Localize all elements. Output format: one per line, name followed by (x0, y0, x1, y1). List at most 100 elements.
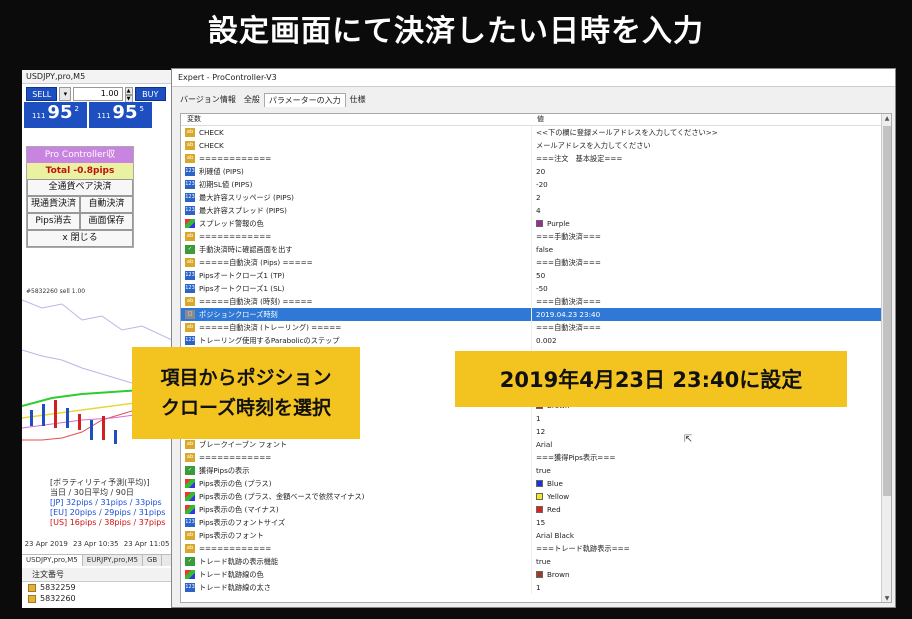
parameter-row-selected[interactable]: □ ポジションクローズ時刻 2019.04.23 23:40 (181, 308, 891, 321)
auto-close-button[interactable]: 自動決済 (80, 196, 133, 213)
tab-general[interactable]: 全般 (240, 93, 264, 107)
param-value[interactable]: true (536, 555, 551, 568)
param-value[interactable]: 15 (536, 516, 545, 529)
parameter-row[interactable]: ab =====自動決済 (Pips) ===== ===自動決済=== (181, 256, 891, 269)
lot-input[interactable]: 1.00 (73, 87, 123, 101)
order-row[interactable]: 5832259 (22, 582, 172, 593)
parameter-row[interactable]: 123 最大許容スプレッド (PIPS) 4 (181, 204, 891, 217)
param-value[interactable]: 12 (536, 425, 545, 438)
param-type-dt-icon: □ (185, 310, 195, 319)
parameter-row[interactable]: 123 トレーリング使用するParabolicのステップ 0.002 (181, 334, 891, 347)
param-value[interactable]: ===獲得Pips表示=== (536, 451, 615, 464)
param-value[interactable]: 4 (536, 204, 541, 217)
parameter-row[interactable]: 123 Pipsオートクローズ1 (TP) 50 (181, 269, 891, 282)
order-row[interactable]: 5832260 (22, 593, 172, 604)
parameter-row[interactable]: ab ============ ===注文 基本設定=== (181, 152, 891, 165)
tab-inputs[interactable]: パラメーターの入力 (263, 93, 346, 107)
parameter-row[interactable]: Pips表示の色 (プラス、金額ベースで依然マイナス) Yellow (181, 490, 891, 503)
param-value[interactable]: ===自動決済=== (536, 295, 601, 308)
scroll-thumb[interactable] (883, 126, 891, 496)
close-panel-button[interactable]: x 閉じる (27, 230, 133, 247)
param-value[interactable]: ===手動決済=== (536, 230, 601, 243)
parameter-row[interactable]: ab Pips表示のフォント Arial Black (181, 529, 891, 542)
parameter-row[interactable]: ✓ 獲得Pipsの表示 true (181, 464, 891, 477)
param-value[interactable]: メールアドレスを入力してください (536, 139, 651, 152)
parameter-row[interactable]: ab ============ ===獲得Pips表示=== (181, 451, 891, 464)
chart-tab[interactable]: GB (143, 555, 163, 566)
parameter-row[interactable]: ab =====自動決済 (トレーリング) ===== ===自動決済=== (181, 321, 891, 334)
param-value[interactable]: 50 (536, 269, 545, 282)
param-type-ab-icon: ab (185, 232, 195, 241)
bid-price[interactable]: 111 95 2 (24, 102, 87, 128)
time-label: 23 Apr 10:35 (73, 540, 119, 548)
param-value[interactable]: 2019.04.23 23:40 (536, 308, 600, 321)
lot-dropdown-icon[interactable]: ▾ (59, 87, 72, 101)
spin-up-icon[interactable]: ▲ (124, 87, 133, 95)
param-type-clr-icon (185, 219, 195, 228)
param-value[interactable]: ===注文 基本設定=== (536, 152, 622, 165)
parameter-row[interactable]: 123 初期SL値 (PIPS) -20 (181, 178, 891, 191)
parameter-row[interactable]: ✓ トレード軌跡の表示機能 true (181, 555, 891, 568)
param-value[interactable]: 0.002 (536, 334, 557, 347)
param-value[interactable]: 20 (536, 165, 545, 178)
parameter-row[interactable]: スプレッド警報の色 Purple (181, 217, 891, 230)
close-current-pair-button[interactable]: 現通貨決済 (27, 196, 80, 213)
chart-tab[interactable]: USDJPY,pro,M5 (22, 555, 83, 566)
parameter-row[interactable]: 123 Pipsオートクローズ1 (SL) -50 (181, 282, 891, 295)
parameter-row[interactable]: Pips表示の色 (マイナス) Red (181, 503, 891, 516)
param-value[interactable]: true (536, 464, 551, 477)
buy-button[interactable]: BUY (134, 87, 167, 101)
param-value[interactable]: ===自動決済=== (536, 256, 601, 269)
ask-price[interactable]: 111 95 5 (89, 102, 152, 128)
vertical-scrollbar[interactable]: ▲ ▼ (881, 114, 891, 602)
param-value[interactable]: Brown (547, 568, 570, 581)
tab-version-info[interactable]: バージョン情報 (176, 93, 240, 107)
pro-controller-panel: Pro Controller収 Total -0.8pips 全通貨ペア決済 現… (26, 146, 134, 248)
param-value[interactable]: Red (547, 503, 561, 516)
parameter-row[interactable]: ab CHECK メールアドレスを入力してください (181, 139, 891, 152)
close-all-pairs-button[interactable]: 全通貨ペア決済 (27, 179, 133, 196)
parameter-row[interactable]: ab =====自動決済 (時刻) ===== ===自動決済=== (181, 295, 891, 308)
parameter-row[interactable]: 123 利確値 (PIPS) 20 (181, 165, 891, 178)
param-value[interactable]: Arial (536, 438, 552, 451)
param-name: トレード軌跡線の太さ (199, 583, 271, 592)
color-swatch (536, 220, 543, 227)
sell-button[interactable]: SELL (26, 87, 58, 101)
parameter-row[interactable]: ab ============ ===トレード軌跡表示=== (181, 542, 891, 555)
param-type-clr-icon (185, 570, 195, 579)
time-axis: 23 Apr 2019 23 Apr 10:35 23 Apr 11:05 (22, 540, 172, 548)
parameter-row[interactable]: トレード軌跡線の色 Brown (181, 568, 891, 581)
param-type-ab-icon: ab (185, 154, 195, 163)
param-value[interactable]: -50 (536, 282, 548, 295)
parameter-row[interactable]: 123 最大許容スリッページ (PIPS) 2 (181, 191, 891, 204)
parameter-row[interactable]: ab ブレークイーブン フォント Arial (181, 438, 891, 451)
param-value[interactable]: 1 (536, 581, 541, 594)
param-value[interactable]: 1 (536, 412, 541, 425)
chart-tab[interactable]: EURJPY,pro,M5 (83, 555, 143, 566)
param-type-ab-icon: ab (185, 141, 195, 150)
parameter-row[interactable]: ✓ 手動決済時に確認画面を出す false (181, 243, 891, 256)
tab-spec[interactable]: 仕様 (346, 93, 370, 107)
parameter-row[interactable]: ab ============ ===手動決済=== (181, 230, 891, 243)
parameter-row[interactable]: 123 Pips表示のフォントサイズ 15 (181, 516, 891, 529)
scroll-up-icon[interactable]: ▲ (882, 114, 891, 124)
annotation-select-item: 項目からポジション クローズ時刻を選択 (132, 347, 360, 439)
param-value[interactable]: <<下の欄に登録メールアドレスを入力してください>> (536, 126, 718, 139)
parameter-row[interactable]: 123 トレード軌跡線の太さ 1 (181, 581, 891, 594)
param-value[interactable]: -20 (536, 178, 548, 191)
param-value[interactable]: false (536, 243, 553, 256)
param-value[interactable]: Blue (547, 477, 563, 490)
param-value[interactable]: Arial Black (536, 529, 574, 542)
save-screen-button[interactable]: 画面保存 (80, 213, 133, 230)
param-value[interactable]: 2 (536, 191, 541, 204)
candle (42, 404, 45, 426)
parameter-row[interactable]: ab CHECK <<下の欄に登録メールアドレスを入力してください>> (181, 126, 891, 139)
param-value[interactable]: ===トレード軌跡表示=== (536, 542, 630, 555)
parameter-row[interactable]: Pips表示の色 (プラス) Blue (181, 477, 891, 490)
param-value[interactable]: Purple (547, 217, 570, 230)
param-value[interactable]: ===自動決済=== (536, 321, 601, 334)
scroll-down-icon[interactable]: ▼ (882, 594, 891, 602)
clear-pips-button[interactable]: Pips消去 (27, 213, 80, 230)
param-value[interactable]: Yellow (547, 490, 569, 503)
param-type-num-icon: 123 (185, 336, 195, 345)
